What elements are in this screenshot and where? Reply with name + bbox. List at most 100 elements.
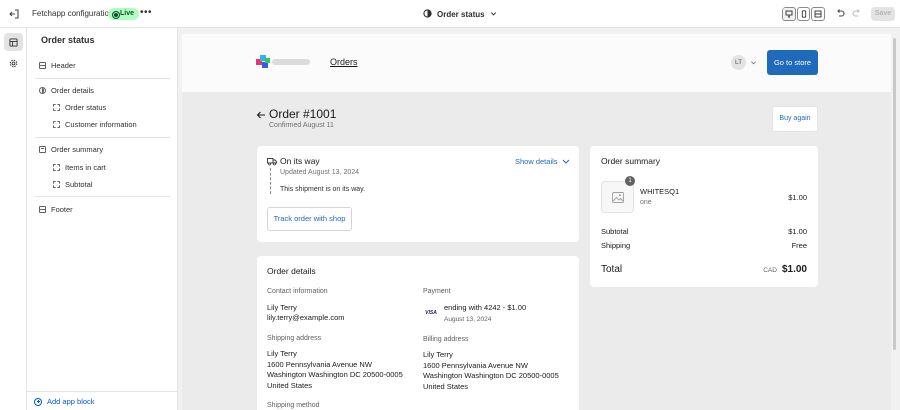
billing-address-line: 1600 Pennsylvania Avenue NW [423,360,528,370]
back-arrow-icon[interactable] [256,110,266,122]
visa-card-icon: VISA [425,310,437,316]
currency-code: CAD [763,267,777,274]
more-actions-button[interactable]: ••• [140,7,152,18]
show-details-button[interactable]: Show details [515,157,570,166]
contact-information-label: Contact information [267,288,328,295]
live-status-badge: Live [108,8,140,20]
subtotal-label: Subtotal [601,227,629,236]
section-icon [39,205,46,213]
block-icon [53,163,60,171]
sections-icon [9,37,18,47]
sidebar-item-label: Items in cart [65,162,106,172]
order-summary-card: Order summary 1 WHITESQ1 one $1.00 Subto… [590,146,818,287]
total-row: Total CAD $1.00 [601,264,807,275]
left-rail [0,28,27,410]
mobile-preview-button[interactable] [796,7,811,21]
document-icon [39,145,46,153]
fullscreen-preview-button[interactable] [811,7,826,21]
product-variant: one [640,199,652,206]
truck-icon [267,157,277,168]
sections-rail-button[interactable] [4,33,23,51]
order-details-title: Order details [267,266,316,276]
desktop-preview-button[interactable] [782,7,796,21]
order-details-card: Order details Contact information Lily T… [257,256,579,410]
chevron-down-icon[interactable] [750,59,757,68]
sidebar-item-label: Order summary [51,144,104,154]
show-details-label: Show details [515,157,558,166]
preview-canvas: Orders LT Go to store Order #1001 Confir… [182,34,891,410]
settings-rail-button[interactable] [4,54,23,72]
shipment-updated: Updated August 13, 2024 [280,169,360,176]
sidebar-item-subtotal[interactable]: Subtotal [53,177,93,191]
product-name: WHITESQ1 [640,187,680,196]
timeline-line [270,168,271,194]
scrollbar-thumb[interactable] [893,38,896,350]
fullscreen-icon [814,10,822,18]
order-title: Order #1001 [269,107,337,121]
orders-link[interactable]: Orders [330,57,358,67]
buy-again-button[interactable]: Buy again [772,106,818,132]
sidebar-item-label: Subtotal [65,179,93,189]
save-button[interactable]: Save [871,7,895,21]
sidebar-item-label: Customer information [65,119,137,129]
store-logo[interactable] [256,54,314,71]
shipping-address-line: Lily Terry [267,349,297,358]
redo-icon[interactable] [852,8,862,20]
plus-circle-icon [34,397,42,406]
go-to-store-button[interactable]: Go to store [767,50,818,75]
template-selector[interactable]: Order status [423,7,497,21]
sidebar-item-order-details[interactable]: Order details [39,83,94,97]
billing-address-label: Billing address [423,336,469,343]
payment-summary: ending with 4242 - $1.00 [444,303,527,312]
billing-address-line: United States [423,381,469,391]
sidebar-item-label: Footer [51,204,73,214]
sidebar-item-footer[interactable]: Footer [39,202,73,216]
sidebar-title: Order status [41,35,95,45]
sidebar-divider [35,196,170,197]
sidebar-item-customer-information[interactable]: Customer information [53,117,137,131]
payment-date: August 13, 2024 [444,316,492,323]
sidebar-item-label: Order status [65,102,107,112]
store-header: Orders LT Go to store [182,34,891,92]
shipping-method-label: Shipping method [267,402,320,409]
billing-address-line: Washington Washington DC 20500-0005 [423,371,559,380]
block-icon [53,120,60,128]
app-title: Fetchapp configuration [32,9,114,18]
shipping-address-line: United States [267,380,313,390]
payment-label: Payment [423,288,451,295]
sidebar-item-header[interactable]: Header [39,58,76,72]
preview-scrollbar[interactable] [892,34,897,410]
sidebar-divider [35,78,170,79]
section-icon [39,61,46,69]
sections-sidebar: Order status Header Order details Order … [27,28,178,410]
track-order-button[interactable]: Track order with shop [267,207,352,231]
undo-icon[interactable] [835,8,845,20]
chevron-down-icon [490,10,497,19]
exit-icon[interactable] [8,8,20,20]
shipment-message: This shipment is on its way. [280,186,366,193]
device-preview-toggle [782,7,826,22]
theme-icon [423,8,432,20]
shipping-row: Shipping Free [601,241,807,250]
sidebar-footer: Add app block [27,391,178,410]
sidebar-item-order-summary[interactable]: Order summary [39,142,103,156]
chevron-down-icon [562,159,569,164]
sidebar-item-items-in-cart[interactable]: Items in cart [53,160,106,174]
desktop-icon [785,10,793,18]
sidebar-item-order-status[interactable]: Order status [53,100,106,114]
contact-name: Lily Terry [267,303,297,312]
shipping-value: Free [791,241,807,250]
shipping-address-line: 1600 Pennsylvania Avenue NW [267,359,372,369]
shipment-status-card: On its way Updated August 13, 2024 This … [257,146,579,242]
block-icon [53,180,60,188]
subtotal-row: Subtotal $1.00 [601,227,807,236]
shipping-address-label: Shipping address [267,335,322,342]
customer-avatar[interactable]: LT [731,55,746,70]
sidebar-item-label: Order details [51,85,94,95]
shipping-label: Shipping [601,241,631,250]
gear-icon [9,59,18,67]
add-app-block-button[interactable]: Add app block [34,397,95,406]
contact-email: lily.terry@example.com [267,313,345,322]
mobile-icon [801,10,806,18]
block-icon [53,103,60,111]
